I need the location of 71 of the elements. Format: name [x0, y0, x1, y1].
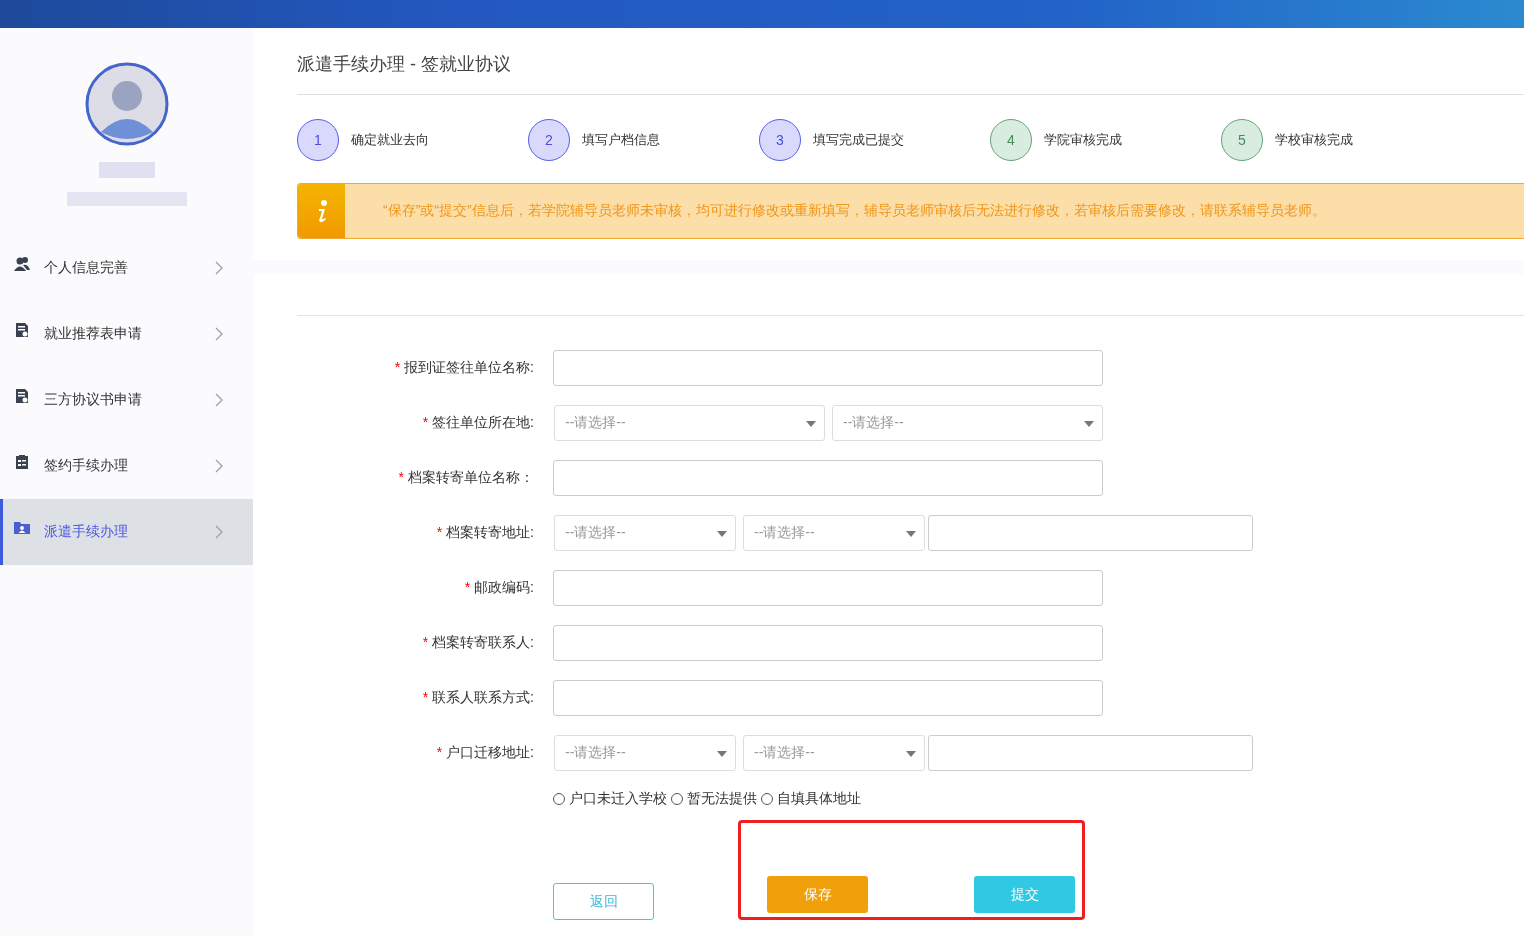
- caret-icon: [906, 531, 916, 537]
- input-field[interactable]: [553, 460, 1103, 496]
- chevron-right-icon: [215, 261, 223, 275]
- input-field[interactable]: [553, 680, 1103, 716]
- chevron-right-icon: [215, 327, 223, 341]
- input-field[interactable]: [553, 570, 1103, 606]
- caret-icon: [717, 531, 727, 537]
- step-label: 填写完成已提交: [813, 131, 904, 149]
- document-icon: [14, 322, 30, 338]
- field-label: * 邮政编码:: [463, 579, 535, 597]
- checklist-icon: [14, 454, 30, 470]
- required-mark: *: [436, 744, 443, 760]
- required-mark: *: [398, 469, 404, 485]
- field-label: * 签往单位所在地:: [421, 414, 535, 432]
- step-label: 学校审核完成: [1275, 131, 1353, 149]
- required-mark: *: [436, 524, 443, 540]
- radio-option[interactable]: 户口未迁入学校: [553, 790, 667, 808]
- input-field[interactable]: [553, 625, 1103, 661]
- notice-text: “保存”或“提交”信息后，若学院辅导员老师未审核，均可进行修改或重新填写，辅导员老师审核后无法进行修改，若审核后需要修改，请联系辅导员老师。: [383, 202, 1326, 220]
- field-label: * 档案转寄地址:: [435, 524, 535, 542]
- required-mark: *: [422, 414, 429, 430]
- required-mark: *: [422, 689, 429, 705]
- step-number: 1: [297, 119, 339, 161]
- save-button[interactable]: 保存: [767, 876, 868, 913]
- sidebar-item[interactable]: 签约手续办理: [0, 433, 253, 499]
- chevron-right-icon: [215, 393, 223, 407]
- info-icon: [298, 184, 345, 238]
- step-number: 3: [759, 119, 801, 161]
- step-number: 5: [1221, 119, 1263, 161]
- chevron-right-icon: [215, 525, 223, 539]
- select-field[interactable]: --请选择--: [743, 515, 925, 551]
- caret-icon: [717, 751, 727, 757]
- select-field[interactable]: --请选择--: [743, 735, 925, 771]
- page-title: 派遣手续办理 - 签就业协议: [297, 28, 1524, 95]
- input-field[interactable]: [553, 350, 1103, 386]
- back-button[interactable]: 返回: [553, 883, 654, 920]
- select-field[interactable]: --请选择--: [554, 735, 736, 771]
- caret-icon: [906, 751, 916, 757]
- required-mark: *: [394, 359, 401, 375]
- users-icon: [14, 256, 30, 272]
- field-label: * 报到证签往单位名称:: [393, 359, 535, 377]
- step-number: 4: [990, 119, 1032, 161]
- select-field[interactable]: --请选择--: [832, 405, 1103, 441]
- field-label: * 户口迁移地址:: [435, 744, 535, 762]
- step-label: 学院审核完成: [1044, 131, 1122, 149]
- sidebar-item[interactable]: 派遣手续办理: [0, 499, 253, 565]
- sidebar-item[interactable]: 就业推荐表申请: [0, 301, 253, 367]
- step-label: 确定就业去向: [351, 131, 429, 149]
- step-number: 2: [528, 119, 570, 161]
- select-field[interactable]: --请选择--: [554, 405, 825, 441]
- sidebar-item[interactable]: 三方协议书申请: [0, 367, 253, 433]
- field-label: * 档案转寄联系人:: [421, 634, 535, 652]
- select-field[interactable]: --请选择--: [554, 515, 736, 551]
- required-mark: *: [422, 634, 429, 650]
- field-label: * 档案转寄单位名称：: [397, 469, 535, 487]
- caret-icon: [806, 421, 816, 427]
- radio-option[interactable]: 暂无法提供: [671, 790, 757, 808]
- chevron-right-icon: [215, 459, 223, 473]
- document-icon: [14, 388, 30, 404]
- sidebar-item[interactable]: 个人信息完善: [0, 235, 253, 301]
- caret-icon: [1084, 421, 1094, 427]
- radio-option[interactable]: 自填具体地址: [761, 790, 861, 808]
- submit-button[interactable]: 提交: [974, 876, 1075, 913]
- required-mark: *: [464, 579, 471, 595]
- blurred-name-placeholder: [98, 162, 155, 178]
- address-input-field[interactable]: [928, 515, 1253, 551]
- step-label: 填写户档信息: [582, 131, 660, 149]
- avatar-icon: [84, 62, 169, 146]
- field-label: * 联系人联系方式:: [421, 689, 535, 707]
- folder-icon: [14, 520, 30, 536]
- address-input-field[interactable]: [928, 735, 1253, 771]
